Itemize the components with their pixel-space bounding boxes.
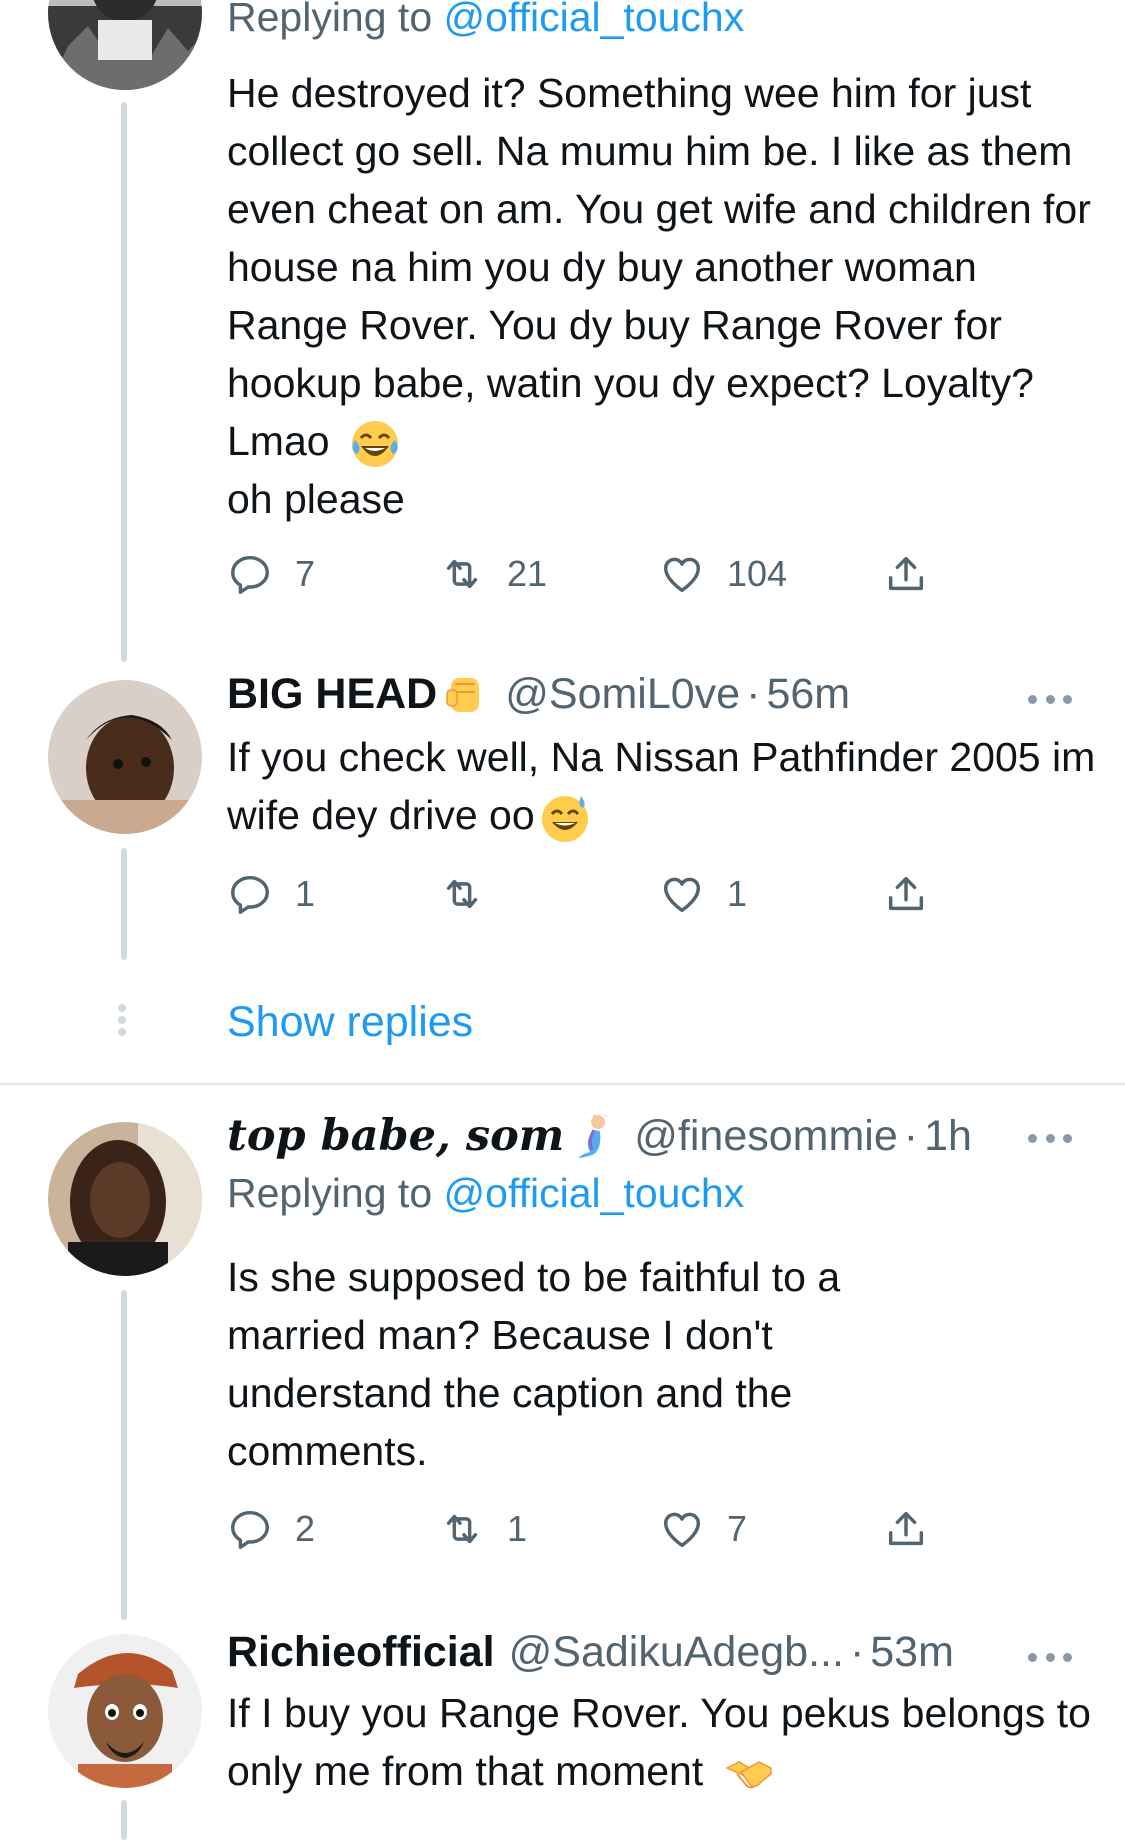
- tweet-text-main: He destroyed it? Something wee him for j…: [227, 70, 1091, 464]
- retweet-button[interactable]: 21: [439, 549, 547, 599]
- tweet-actions: 7 21 104: [227, 549, 947, 599]
- thread-line: [121, 848, 127, 960]
- display-name[interactable]: Richieofficial: [227, 1628, 495, 1677]
- divider: [0, 1083, 1125, 1085]
- reply-icon: [231, 1510, 269, 1549]
- show-replies-link[interactable]: Show replies: [227, 998, 473, 1047]
- tweet-actions: 1 1: [227, 869, 947, 919]
- like-count: 1: [727, 873, 748, 914]
- display-name[interactable]: BIG HEAD: [227, 670, 437, 719]
- share-button[interactable]: [883, 1504, 929, 1554]
- handshake-emoji: [723, 1748, 775, 1800]
- replying-to-label: Replying to: [227, 1170, 433, 1216]
- tweet-time[interactable]: 56m: [766, 670, 850, 719]
- share-icon: [888, 1511, 924, 1546]
- replying-to-handle[interactable]: @official_touchx: [444, 0, 745, 40]
- avatar[interactable]: [48, 680, 202, 834]
- sweat-smile-emoji: [539, 792, 591, 844]
- separator-dot: ·: [903, 1111, 919, 1160]
- more-options-button[interactable]: [1028, 1651, 1072, 1663]
- share-button[interactable]: [883, 549, 929, 599]
- retweet-count: 1: [507, 1508, 528, 1549]
- tweet-time[interactable]: 53m: [870, 1628, 954, 1677]
- share-button[interactable]: [883, 869, 929, 919]
- thread-line: [121, 1290, 127, 1620]
- tweet-actions: 2 1 7: [227, 1504, 947, 1554]
- reply-count: 7: [295, 553, 316, 594]
- display-name[interactable]: top babe, som: [227, 1111, 564, 1161]
- heart-icon: [663, 1512, 701, 1548]
- tweet-header: Richieofficial @SadikuAdegb... · 53m: [227, 1628, 954, 1677]
- avatar[interactable]: [48, 1122, 202, 1276]
- retweet-button[interactable]: [439, 869, 507, 919]
- like-count: 7: [727, 1508, 748, 1549]
- joy-emoji: [349, 418, 401, 470]
- reply-icon: [231, 875, 269, 914]
- share-icon: [888, 876, 924, 911]
- heart-icon: [663, 877, 701, 913]
- replying-to: Replying to @official_touchx: [227, 0, 744, 41]
- tweet-text: He destroyed it? Something wee him for j…: [227, 64, 1097, 528]
- retweet-icon: [446, 879, 478, 909]
- tweet-text-tail: oh please: [227, 476, 405, 523]
- user-handle[interactable]: @finesommie: [634, 1112, 898, 1161]
- retweet-count: 21: [507, 553, 548, 594]
- thread-line: [121, 102, 127, 662]
- like-button[interactable]: 1: [659, 869, 747, 919]
- separator-dot: ·: [849, 1628, 865, 1676]
- more-options-button[interactable]: [1028, 693, 1072, 705]
- reply-button[interactable]: 2: [227, 1504, 315, 1554]
- share-icon: [888, 556, 924, 591]
- tweet-text: If I buy you Range Rover. You pekus belo…: [227, 1684, 1107, 1800]
- tweet-header: BIG HEAD @SomiL0ve · 56m: [227, 668, 850, 720]
- reply-count: 2: [295, 1508, 316, 1549]
- separator-dot: ·: [746, 669, 761, 718]
- tweet-text-main: If I buy you Range Rover. You pekus belo…: [227, 1690, 1091, 1794]
- mermaid-emoji: [568, 1110, 620, 1162]
- reply-icon: [231, 555, 269, 594]
- like-count: 104: [727, 553, 788, 594]
- replying-to-label: Replying to: [227, 0, 433, 40]
- heart-icon: [663, 557, 701, 593]
- reply-button[interactable]: 7: [227, 549, 315, 599]
- tweet-header: top babe, som @finesommie · 1h: [227, 1110, 972, 1162]
- more-options-button[interactable]: [1028, 1132, 1072, 1144]
- avatar[interactable]: [48, 1634, 202, 1788]
- retweet-button[interactable]: 1: [439, 1504, 527, 1554]
- retweet-icon: [446, 1514, 478, 1544]
- like-button[interactable]: 7: [659, 1504, 747, 1554]
- retweet-icon: [446, 559, 478, 589]
- avatar[interactable]: [48, 0, 202, 90]
- tweet-text: If you check well, Na Nissan Pathfinder …: [227, 728, 1097, 844]
- reply-count: 1: [295, 873, 316, 914]
- user-handle[interactable]: @SadikuAdegb...: [509, 1628, 844, 1677]
- tweet-text-main: If you check well, Na Nissan Pathfinder …: [227, 734, 1096, 838]
- thread-line: [121, 1800, 127, 1840]
- replying-to-handle[interactable]: @official_touchx: [444, 1170, 745, 1216]
- like-button[interactable]: 104: [659, 549, 787, 599]
- raised-fist-emoji: [439, 668, 491, 720]
- tweet-time[interactable]: 1h: [924, 1112, 972, 1161]
- user-handle[interactable]: @SomiL0ve: [505, 670, 740, 719]
- tweet-text: Is she supposed to be faithful to a marr…: [227, 1248, 927, 1480]
- more-replies-indicator: [118, 1000, 128, 1040]
- reply-button[interactable]: 1: [227, 869, 315, 919]
- tweet-text-main: Is she supposed to be faithful to a marr…: [227, 1254, 841, 1474]
- replying-to: Replying to @official_touchx: [227, 1170, 744, 1217]
